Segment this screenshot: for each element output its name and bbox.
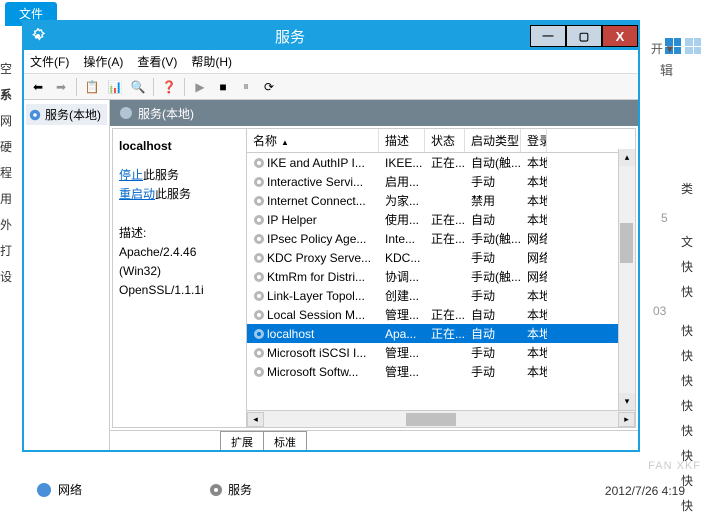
properties-button[interactable]: 📋 (82, 77, 102, 97)
tree-root-label: 服务(本地) (45, 106, 101, 123)
forward-button[interactable]: ➡ (51, 77, 71, 97)
pause-button[interactable]: ⏸ (236, 77, 256, 97)
scroll-right-icon[interactable]: ▸ (618, 412, 635, 427)
menu-file[interactable]: 文件(F) (30, 53, 69, 70)
service-icon (253, 347, 265, 359)
service-row[interactable]: Local Session M...管理...正在...自动本地 (247, 305, 635, 324)
gear-icon (208, 482, 224, 498)
service-icon (253, 366, 265, 378)
tab-extended[interactable]: 扩展 (220, 431, 264, 450)
col-desc[interactable]: 描述 (379, 129, 425, 152)
restart-link[interactable]: 重启动 (119, 187, 155, 201)
back-button[interactable]: ⬅ (28, 77, 48, 97)
service-row[interactable]: Microsoft Softw...管理...手动本地 (247, 362, 635, 381)
left-bg-chars: 空系网硬程用外打设 (0, 60, 12, 285)
col-logon[interactable]: 登录 ∧ (521, 129, 547, 152)
services-window: 服务 — ▢ X 文件(F) 操作(A) 查看(V) 帮助(H) ⬅ ➡ 📋 📊… (22, 20, 640, 452)
menubar: 文件(F) 操作(A) 查看(V) 帮助(H) (24, 50, 638, 74)
service-icon (253, 290, 265, 302)
service-row[interactable]: IPsec Policy Age...Inte...正在...手动(触...网络 (247, 229, 635, 248)
refresh-button[interactable]: 🔍 (128, 77, 148, 97)
maximize-button[interactable]: ▢ (566, 25, 602, 47)
tree-root[interactable]: 服务(本地) (26, 104, 107, 125)
services-list: 名称▲ 描述 状态 启动类型 登录 ∧ IKE and AuthIP I...I… (247, 129, 635, 427)
scroll-left-icon[interactable]: ◂ (247, 412, 264, 427)
window-title: 服务 (50, 26, 530, 47)
sort-asc-icon: ▲ (281, 138, 289, 147)
list-header: 名称▲ 描述 状态 启动类型 登录 ∧ (247, 129, 635, 153)
horizontal-scrollbar[interactable]: ◂ ▸ (247, 410, 635, 427)
start-button[interactable]: ▶ (190, 77, 210, 97)
view-tabs: 扩展 标准 (110, 430, 638, 450)
gear-icon (30, 28, 46, 44)
taskbar-network[interactable]: 网络 (58, 481, 82, 498)
taskbar-clock: 2012/7/26 4:19 (605, 484, 685, 498)
gear-icon (28, 108, 42, 122)
desc-label: 描述: (119, 224, 240, 243)
taskbar-services[interactable]: 服务 (228, 481, 252, 498)
service-icon (253, 309, 265, 321)
service-row[interactable]: localhostApa...正在...自动本地 (247, 324, 635, 343)
service-row[interactable]: Link-Layer Topol...创建...手动本地 (247, 286, 635, 305)
service-name: localhost (119, 137, 240, 156)
pane-header: 服务(本地) (110, 100, 638, 126)
scroll-up-icon[interactable]: ▴ (619, 149, 635, 166)
menu-view[interactable]: 查看(V) (137, 53, 177, 70)
service-row[interactable]: IP Helper使用...正在...自动本地 (247, 210, 635, 229)
col-name[interactable]: 名称▲ (247, 129, 379, 152)
col-startup[interactable]: 启动类型 (465, 129, 521, 152)
menu-action[interactable]: 操作(A) (83, 53, 123, 70)
tab-standard[interactable]: 标准 (263, 431, 307, 450)
service-icon (253, 214, 265, 226)
help-button[interactable]: ❓ (159, 77, 179, 97)
service-icon (253, 328, 265, 340)
service-icon (253, 271, 265, 283)
service-row[interactable]: KtmRm for Distri...协调...手动(触...网络 (247, 267, 635, 286)
scroll-thumb[interactable] (620, 223, 633, 263)
service-icon (253, 233, 265, 245)
titlebar[interactable]: 服务 — ▢ X (24, 22, 638, 50)
toolbar: ⬅ ➡ 📋 📊 🔍 ❓ ▶ ■ ⏸ ⟳ (24, 74, 638, 100)
service-row[interactable]: KDC Proxy Serve...KDC...手动网络 (247, 248, 635, 267)
scroll-down-icon[interactable]: ▾ (619, 393, 635, 410)
service-row[interactable]: Microsoft iSCSI I...管理...手动本地 (247, 343, 635, 362)
bg-edit: 辑 (660, 60, 673, 79)
service-row[interactable]: Internet Connect...为家...禁用本地 (247, 191, 635, 210)
watermark: FAN XKF (648, 460, 701, 472)
restart-button[interactable]: ⟳ (259, 77, 279, 97)
close-button[interactable]: X (602, 25, 638, 47)
menu-help[interactable]: 帮助(H) (191, 53, 232, 70)
tree-pane: 服务(本地) (24, 100, 110, 450)
minimize-button[interactable]: — (530, 25, 566, 47)
detail-pane: localhost 停止此服务 重启动此服务 描述: Apache/2.4.46… (113, 129, 247, 427)
service-icon (253, 176, 265, 188)
network-icon (36, 482, 52, 498)
scroll-thumb[interactable] (406, 413, 456, 426)
bg-open: 开 ▾ (651, 40, 673, 57)
taskbar: 网络 服务 (36, 481, 252, 498)
export-button[interactable]: 📊 (105, 77, 125, 97)
stop-link[interactable]: 停止 (119, 168, 143, 182)
stop-button[interactable]: ■ (213, 77, 233, 97)
service-icon (253, 252, 265, 264)
vertical-scrollbar[interactable]: ▴ ▾ (618, 149, 635, 410)
service-row[interactable]: IKE and AuthIP I...IKEE...正在...自动(触...本地 (247, 153, 635, 172)
service-icon (253, 195, 265, 207)
service-row[interactable]: Interactive Servi...启用...手动本地 (247, 172, 635, 191)
service-icon (253, 157, 265, 169)
col-status[interactable]: 状态 (425, 129, 465, 152)
gear-icon (118, 105, 134, 121)
